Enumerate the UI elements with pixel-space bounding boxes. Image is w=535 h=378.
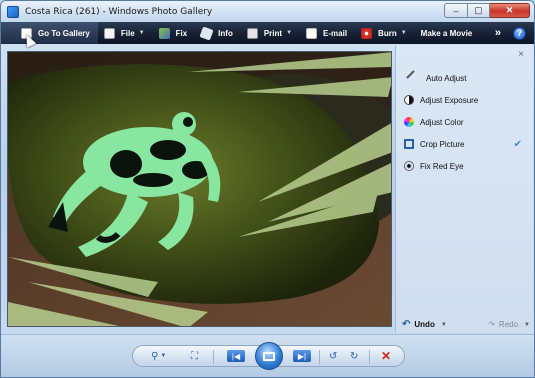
color-wheel-icon: [404, 117, 414, 127]
adjust-exposure-option[interactable]: Adjust Exposure: [404, 89, 530, 111]
redo-button[interactable]: ↷ Redo ▼: [488, 320, 530, 329]
maximize-button[interactable]: ▢: [468, 3, 490, 18]
command-toolbar: Go To Gallery File ▼ Fix Info Print ▼ E-…: [1, 22, 534, 44]
burn-label: Burn: [378, 28, 397, 38]
go-to-gallery-label: Go To Gallery: [38, 28, 90, 38]
separator: [319, 350, 320, 364]
actual-size-icon[interactable]: ⛶: [191, 350, 198, 362]
redo-icon: ↷: [488, 320, 495, 329]
chevron-down-icon: ▼: [138, 30, 145, 36]
crop-picture-label: Crop Picture: [420, 139, 465, 149]
email-button[interactable]: E-mail: [300, 22, 355, 44]
photo-gallery-window: Costa Rica (261) - Windows Photo Gallery…: [0, 0, 535, 378]
undo-button[interactable]: ↶ Undo ▼: [402, 319, 447, 330]
chevron-down-icon[interactable]: ▼: [441, 322, 447, 328]
title-bar[interactable]: Costa Rica (261) - Windows Photo Gallery…: [1, 1, 534, 23]
previous-icon[interactable]: |◀: [227, 350, 245, 362]
adjust-exposure-label: Adjust Exposure: [420, 95, 479, 105]
fix-label: Fix: [175, 28, 188, 38]
separator: [213, 350, 214, 364]
slideshow-icon: [263, 351, 275, 361]
adjust-color-label: Adjust Color: [420, 117, 464, 127]
close-icon[interactable]: ×: [518, 49, 524, 60]
info-button[interactable]: Info: [195, 22, 241, 44]
crop-icon: [404, 139, 414, 149]
checkmark-icon: ✔: [513, 138, 522, 150]
separator: [369, 350, 370, 364]
window-controls: – ▢ ✕: [444, 3, 530, 18]
close-window-button[interactable]: ✕: [490, 3, 530, 18]
fix-panel: × Auto Adjust Adjust Exposure Adjust Col…: [395, 45, 533, 333]
go-to-gallery-button[interactable]: Go To Gallery: [1, 22, 98, 44]
zoom-icon[interactable]: ⚲ ▼: [151, 350, 166, 362]
rotate-clockwise-icon[interactable]: ↻: [350, 350, 358, 362]
fix-icon: [158, 27, 170, 39]
auto-adjust-option[interactable]: Auto Adjust: [404, 67, 530, 89]
file-label: File: [120, 28, 135, 38]
bottom-control-bar: ⚲ ▼ ⛶ |◀ ▶| ↺ ↻ ✕: [1, 334, 534, 377]
help-button[interactable]: ?: [513, 26, 526, 40]
toolbar-right: » ?: [495, 26, 534, 40]
playback-controls: ⚲ ▼ ⛶ |◀ ▶| ↺ ↻ ✕: [132, 342, 405, 370]
crop-picture-option[interactable]: Crop Picture ✔: [404, 133, 530, 155]
file-menu-button[interactable]: File ▼: [98, 22, 153, 44]
make-a-movie-label: Make a Movie: [420, 28, 473, 38]
print-icon: [246, 27, 258, 39]
fix-button[interactable]: Fix: [153, 22, 196, 44]
frog-photo[interactable]: [7, 51, 392, 327]
adjust-color-option[interactable]: Adjust Color: [404, 111, 530, 133]
fix-options-list: Auto Adjust Adjust Exposure Adjust Color…: [404, 67, 530, 177]
email-icon: [306, 27, 318, 39]
chevron-down-icon: ▼: [286, 30, 293, 36]
undo-redo-row: ↶ Undo ▼ ↷ Redo ▼: [402, 319, 530, 330]
chevron-down-icon: ▼: [400, 30, 407, 36]
auto-adjust-label: Auto Adjust: [426, 73, 467, 83]
exposure-icon: [404, 95, 414, 105]
undo-icon: ↶: [402, 319, 411, 330]
minimize-button[interactable]: –: [444, 3, 468, 18]
red-eye-icon: [404, 161, 414, 171]
photo-image: [8, 52, 391, 326]
next-icon[interactable]: ▶|: [293, 350, 311, 362]
print-label: Print: [263, 28, 283, 38]
file-icon: [103, 27, 115, 39]
burn-icon: [361, 27, 373, 39]
window-title: Costa Rica (261) - Windows Photo Gallery: [25, 6, 213, 17]
info-icon: [199, 25, 214, 41]
fix-red-eye-label: Fix Red Eye: [420, 161, 464, 171]
chevron-down-icon[interactable]: ▼: [524, 322, 530, 328]
info-label: Info: [218, 28, 233, 38]
slideshow-button[interactable]: [255, 342, 283, 370]
magic-wand-icon: [406, 70, 422, 86]
email-label: E-mail: [323, 28, 348, 38]
fix-red-eye-option[interactable]: Fix Red Eye: [404, 155, 530, 177]
photo-gallery-app-icon: [7, 5, 19, 18]
rotate-counterclockwise-icon[interactable]: ↺: [329, 350, 337, 362]
print-menu-button[interactable]: Print ▼: [241, 22, 300, 44]
overflow-chevron-icon[interactable]: »: [495, 27, 501, 39]
delete-icon[interactable]: ✕: [381, 349, 391, 363]
burn-menu-button[interactable]: Burn ▼: [355, 22, 415, 44]
make-a-movie-button[interactable]: Make a Movie: [415, 22, 481, 44]
undo-label: Undo: [414, 320, 435, 329]
redo-label: Redo: [498, 320, 519, 329]
